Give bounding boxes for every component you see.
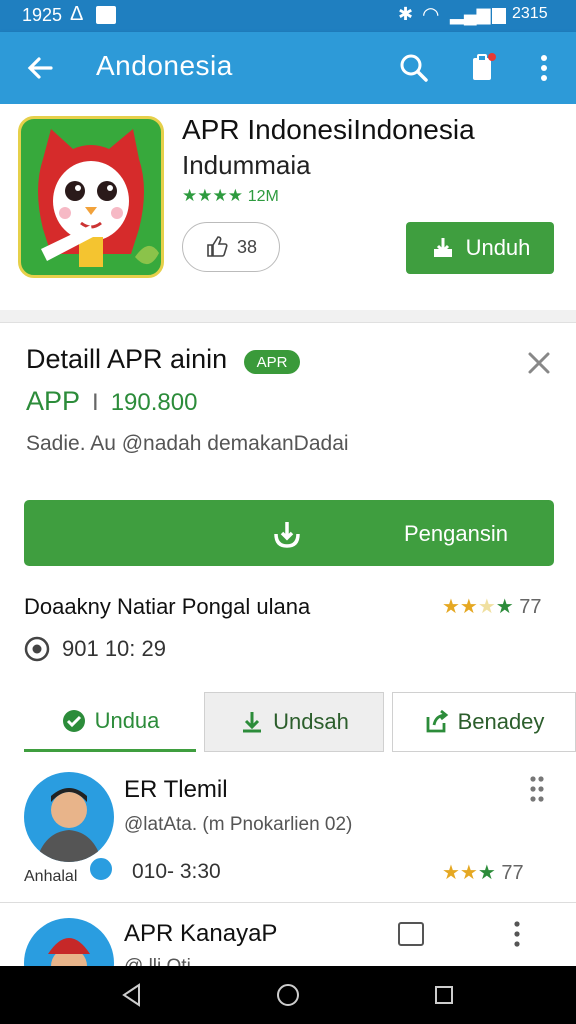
system-nav-bar <box>0 966 576 1024</box>
status-time: 1925 <box>22 5 63 25</box>
close-button[interactable] <box>522 346 556 380</box>
nav-home-button[interactable] <box>258 966 318 1024</box>
price-row: APP I 190.800 <box>26 386 197 417</box>
item-title: ER Tlemil <box>124 776 228 803</box>
close-icon <box>528 352 550 374</box>
battery-icon <box>492 8 506 24</box>
download-icon <box>433 238 452 257</box>
person-avatar-icon <box>48 938 90 966</box>
triangle-back-icon <box>122 983 140 1007</box>
download-icon <box>243 712 262 733</box>
more-vert-icon <box>541 55 547 81</box>
signal-icon: ▂▄▆ <box>450 4 491 24</box>
download-icon <box>274 522 300 548</box>
detail-description: Sadie. Au @nadah demakanDadai <box>26 432 349 455</box>
time-row: 901 10: 29 <box>24 636 166 662</box>
person-avatar-icon <box>36 788 102 862</box>
install-button[interactable]: Unduh <box>406 222 554 274</box>
more-options-button[interactable] <box>508 920 526 953</box>
item-rating: ★★★ 77 <box>442 860 524 885</box>
share-icon <box>426 709 448 733</box>
detail-badge: APR <box>244 350 300 374</box>
more-options-button[interactable] <box>524 48 564 88</box>
primary-action-label: Pengansin <box>404 521 508 546</box>
arrow-left-icon <box>27 57 53 79</box>
install-button-label: Unduh <box>465 235 531 260</box>
star-green-icon: ★ <box>477 862 496 884</box>
app-bar-title: Andonesia <box>96 50 233 81</box>
star-full-icon: ★★ <box>442 596 478 618</box>
avatar <box>24 772 114 862</box>
star-green-icon: ★ <box>495 596 514 618</box>
clock-icon <box>24 636 50 662</box>
app-rating-stars: ★★★★ <box>182 186 243 205</box>
like-button[interactable]: 38 <box>182 222 280 272</box>
bluetooth-icon: ✱ <box>398 4 414 24</box>
price-label: APP <box>26 386 81 416</box>
app-rating: ★★★★ 12M <box>182 186 279 206</box>
share-button[interactable] <box>462 48 502 88</box>
edit-icon: Δ <box>70 3 84 25</box>
tab-label: Benadey <box>457 709 545 734</box>
item-title: APR KanayaP <box>124 920 278 947</box>
like-count: 38 <box>236 236 258 257</box>
avatar-caption: Anhalal <box>24 868 78 885</box>
drag-handle[interactable] <box>528 774 546 808</box>
detail-title: Detaill APR ainin <box>26 344 228 374</box>
owl-mascot-icon <box>38 129 159 267</box>
item-subtitle: @ lli Oti <box>124 956 191 966</box>
clipboard-icon <box>473 53 496 80</box>
price-value: 190.800 <box>110 389 198 416</box>
verified-badge-icon <box>88 856 114 882</box>
tab-benadey[interactable]: Benadey <box>392 692 576 752</box>
circle-home-icon <box>277 984 299 1006</box>
app-bar: Andonesia <box>0 32 576 104</box>
section-divider <box>0 310 576 323</box>
time-value: 901 10: 29 <box>62 636 166 661</box>
list-item[interactable]: Anhalal ER Tlemil @latAta. (m Pnokarlien… <box>0 770 576 900</box>
thumbs-up-icon <box>207 236 228 257</box>
info-rating-value: 77 <box>519 596 542 618</box>
star-full-icon: ★★ <box>442 862 478 884</box>
tab-bar: Undua Undsah Benadey <box>24 692 576 756</box>
primary-action-button[interactable]: Pengansin <box>24 500 554 566</box>
star-half-icon: ★ <box>477 596 496 618</box>
price-separator: I <box>92 389 99 416</box>
list-item[interactable]: APR KanayaP @ lli Oti <box>0 904 576 966</box>
back-button[interactable] <box>20 48 60 88</box>
info-text: Doaakny Natiar Pongal ulana <box>24 594 311 619</box>
app-rating-count: 12M <box>247 188 279 205</box>
search-button[interactable] <box>394 48 434 88</box>
square-recents-icon <box>435 986 453 1004</box>
info-row: Doaakny Natiar Pongal ulana ★★★★ 77 <box>24 594 552 620</box>
list-divider <box>0 902 576 903</box>
battery-level: 2315 <box>512 5 548 22</box>
checkbox[interactable] <box>398 922 424 946</box>
info-rating: ★★★★ 77 <box>442 594 542 619</box>
app-developer: Indummaia <box>182 150 311 180</box>
search-icon <box>400 54 428 82</box>
status-bar: 1925 Δ ✱ ◠ ▂▄▆ 2315 <box>0 0 576 32</box>
app-title: APR IndonesiIndonesia <box>182 114 475 145</box>
app-icon[interactable] <box>18 116 164 278</box>
item-subtitle: @latAta. (m Pnokarlien 02) <box>124 814 353 835</box>
grip-icon <box>530 776 544 802</box>
tab-label: Undua <box>94 707 160 733</box>
tab-undsah[interactable]: Undsah <box>204 692 384 752</box>
more-vert-icon <box>514 921 520 947</box>
nav-recents-button[interactable] <box>414 966 474 1024</box>
avatar <box>24 918 114 966</box>
wifi-icon: ◠ <box>422 4 440 26</box>
check-circle-icon <box>62 709 85 732</box>
tab-label: Undsah <box>273 709 349 734</box>
image-icon <box>96 6 116 24</box>
nav-back-button[interactable] <box>102 966 162 1024</box>
item-rating-value: 77 <box>501 862 524 884</box>
tab-undua[interactable]: Undua <box>24 692 196 752</box>
item-time: 010- 3:30 <box>132 860 221 883</box>
